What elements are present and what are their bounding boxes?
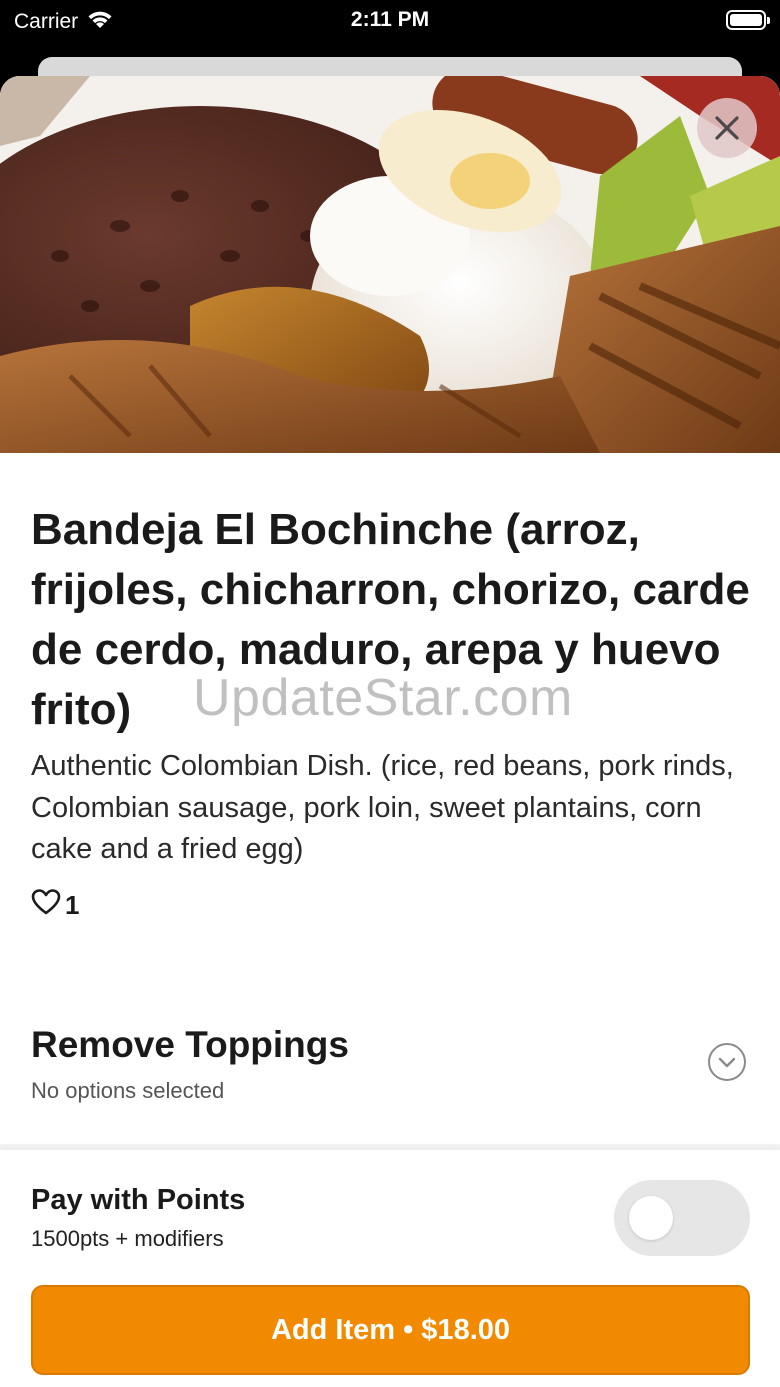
- pay-with-points-toggle[interactable]: [614, 1180, 750, 1256]
- item-title: Bandeja El Bochinche (arroz, frijoles, c…: [31, 505, 750, 734]
- toggle-knob: [629, 1196, 673, 1240]
- points-cost: 1500pts + modifiers: [31, 1226, 224, 1251]
- status-bar: Carrier 2:11 PM: [0, 0, 780, 40]
- section-subtitle: No options selected: [31, 1078, 225, 1103]
- status-time: 2:11 PM: [350, 8, 430, 31]
- close-icon: [713, 114, 741, 142]
- item-description: Authentic Colombian Dish. (rice, red bea…: [31, 750, 734, 865]
- likes-count: 1: [65, 890, 80, 920]
- remove-toppings-section[interactable]: Remove Toppings No options selected: [0, 1016, 780, 1126]
- dish-photo: [0, 76, 780, 453]
- close-button[interactable]: [697, 98, 757, 158]
- like-button[interactable]: 1: [31, 888, 79, 923]
- add-item-button[interactable]: Add Item • $18.00: [31, 1285, 750, 1375]
- item-detail-sheet: Bandeja El Bochinche (arroz, frijoles, c…: [0, 76, 780, 1387]
- pay-with-points-label: Pay with Points: [31, 1184, 246, 1216]
- heart-icon: [31, 888, 61, 923]
- section-title: Remove Toppings: [31, 1024, 349, 1065]
- chevron-down-icon[interactable]: [708, 1043, 746, 1081]
- battery-icon: [726, 10, 770, 30]
- checkout-bar: Pay with Points 1500pts + modifiers Add …: [0, 1150, 780, 1387]
